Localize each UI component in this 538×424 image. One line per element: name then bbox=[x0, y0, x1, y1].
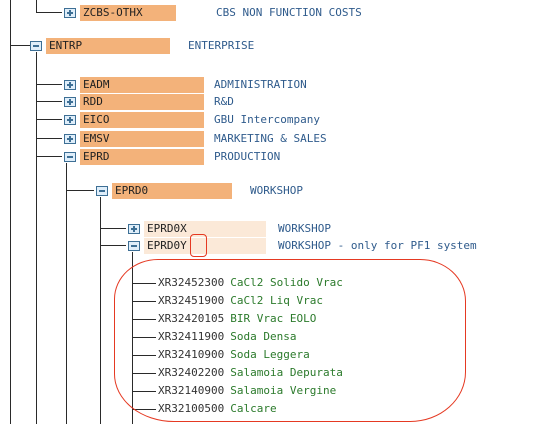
annotation-oval-leaves bbox=[114, 259, 466, 422]
tree-node-eprd0[interactable]: EPRD0 WORKSHOP bbox=[96, 182, 303, 199]
node-description: CBS NON FUNCTION COSTS bbox=[216, 6, 362, 19]
tree-line-eico bbox=[36, 119, 62, 120]
node-description: WORKSHOP bbox=[278, 222, 331, 235]
tree-node-emsv[interactable]: EMSV MARKETING & SALES bbox=[64, 130, 327, 147]
tree-minus-icon[interactable] bbox=[30, 40, 42, 51]
tree-node-eprd0y[interactable]: EPRD0Y WORKSHOP - only for PF1 system bbox=[128, 237, 477, 254]
tree-line-eprd0x bbox=[100, 228, 126, 229]
node-description: ADMINISTRATION bbox=[214, 78, 307, 91]
tree-node-rdd[interactable]: RDD R&D bbox=[64, 93, 234, 110]
node-code: RDD bbox=[80, 93, 204, 110]
node-description: PRODUCTION bbox=[214, 150, 281, 163]
tree-minus-icon[interactable] bbox=[128, 240, 140, 251]
tree-line-l1 bbox=[36, 0, 37, 12]
tree-minus-icon[interactable] bbox=[96, 185, 108, 196]
tree-node-eprd[interactable]: EPRD PRODUCTION bbox=[64, 148, 280, 165]
tree-minus-icon[interactable] bbox=[64, 151, 76, 162]
tree-node-entrp[interactable]: ENTRP ENTERPRISE bbox=[30, 37, 254, 54]
tree-line-eprd bbox=[36, 156, 62, 157]
node-code: ENTRP bbox=[46, 37, 170, 54]
annotation-box-eprd0y bbox=[190, 234, 207, 257]
tree-line-rdd bbox=[36, 101, 62, 102]
tree-line-root bbox=[10, 0, 11, 424]
node-description: R&D bbox=[214, 95, 234, 108]
tree-line-eadm bbox=[36, 84, 62, 85]
tree-line-eprd0-children bbox=[100, 197, 101, 424]
tree-node-eprd0x[interactable]: EPRD0X WORKSHOP bbox=[128, 220, 331, 237]
node-description: MARKETING & SALES bbox=[214, 132, 327, 145]
tree-plus-icon[interactable] bbox=[128, 223, 140, 234]
node-code: EPRD0 bbox=[112, 182, 232, 199]
tree-node-zcbs-othx[interactable]: ZCBS-OTHX CBS NON FUNCTION COSTS bbox=[64, 4, 362, 21]
tree-plus-icon[interactable] bbox=[64, 96, 76, 107]
tree-plus-icon[interactable] bbox=[64, 114, 76, 125]
node-description: ENTERPRISE bbox=[188, 39, 255, 52]
tree-plus-icon[interactable] bbox=[64, 79, 76, 90]
tree-plus-icon[interactable] bbox=[64, 7, 76, 18]
tree-plus-icon[interactable] bbox=[64, 133, 76, 144]
tree-line-entrp-children bbox=[36, 52, 37, 424]
node-code: EICO bbox=[80, 111, 204, 128]
node-code: EMSV bbox=[80, 130, 204, 147]
tree-line-eprd0 bbox=[66, 190, 94, 191]
tree-node-eico[interactable]: EICO GBU Intercompany bbox=[64, 111, 320, 128]
tree-node-eadm[interactable]: EADM ADMINISTRATION bbox=[64, 76, 307, 93]
node-code: ZCBS-OTHX bbox=[80, 4, 176, 21]
node-description: WORKSHOP - only for PF1 system bbox=[278, 239, 477, 252]
node-code: EPRD bbox=[80, 148, 204, 165]
tree-line-emsv bbox=[36, 138, 62, 139]
node-description: GBU Intercompany bbox=[214, 113, 320, 126]
node-code: EADM bbox=[80, 76, 204, 93]
tree-line-eprd0y bbox=[100, 245, 126, 246]
node-description: WORKSHOP bbox=[250, 184, 303, 197]
tree-line-top bbox=[36, 12, 62, 13]
tree-line-eprd-children bbox=[66, 163, 67, 424]
